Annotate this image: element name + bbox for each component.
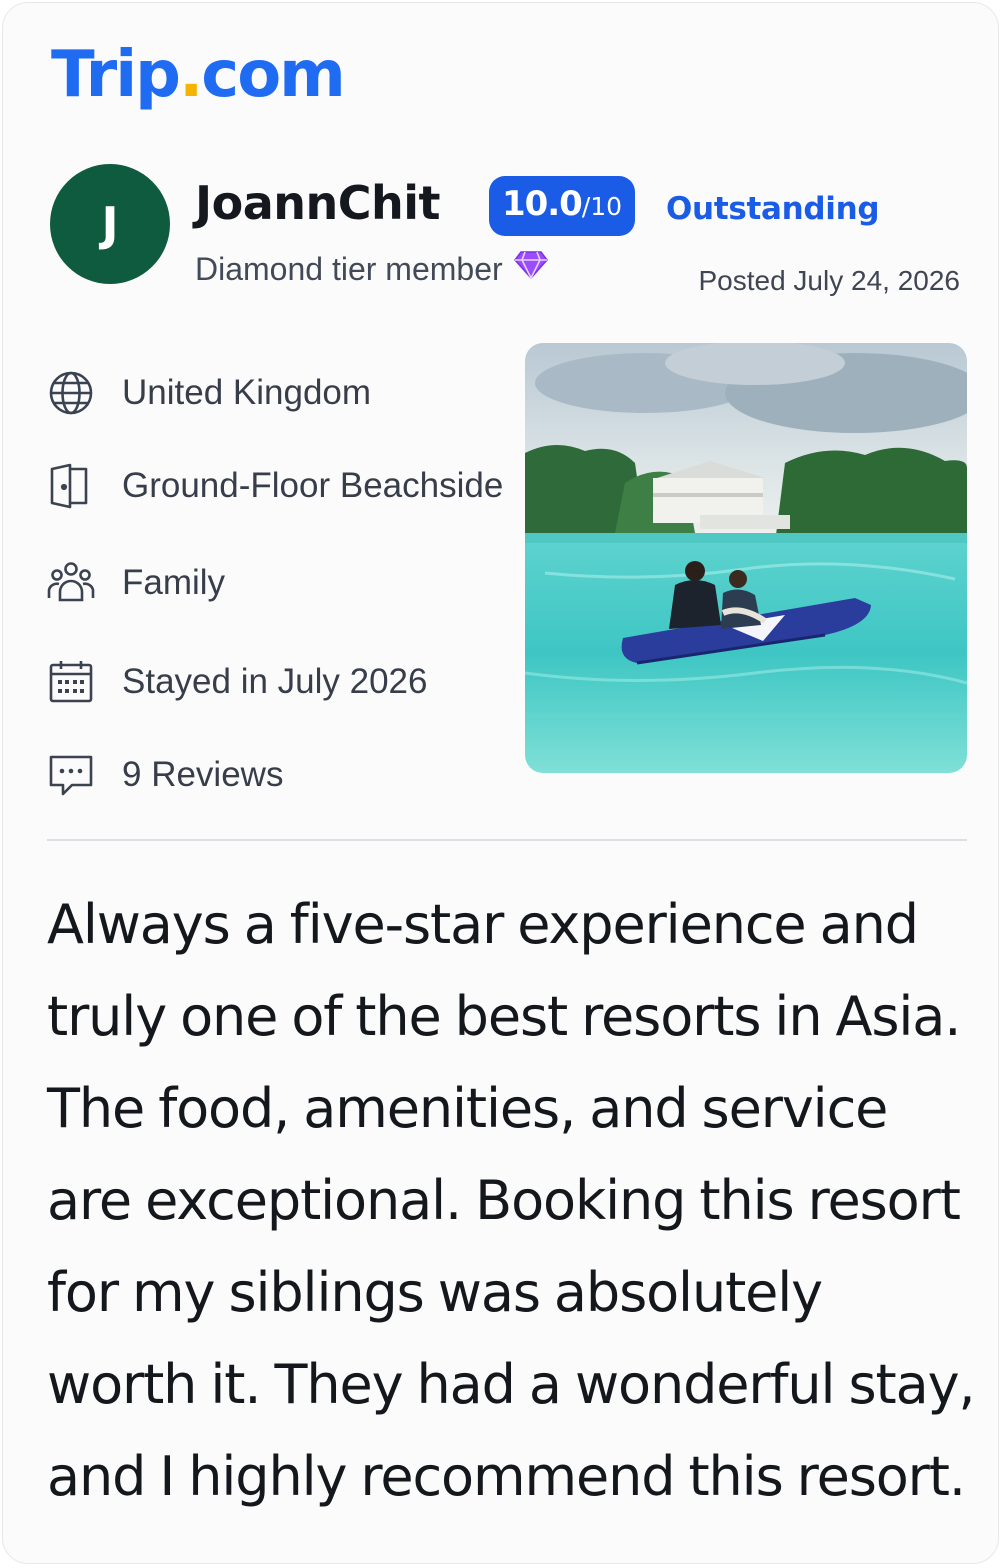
chat-icon <box>47 751 95 799</box>
review-card: Trip.com J JoannChit 10.0/10 Outstanding… <box>2 2 999 1564</box>
calendar-icon <box>47 658 95 706</box>
globe-icon <box>47 369 95 417</box>
detail-room: Ground-Floor Beachside <box>47 461 503 511</box>
score-label: Outstanding <box>666 191 880 227</box>
score-max: /10 <box>581 192 623 221</box>
group-icon <box>47 559 95 607</box>
detail-country: United Kingdom <box>47 368 371 418</box>
avatar: J <box>50 164 170 284</box>
diamond-icon <box>513 249 549 289</box>
door-icon <box>47 462 95 510</box>
posted-date: Posted July 24, 2026 <box>698 265 960 296</box>
divider <box>47 839 967 841</box>
member-tier: Diamond tier member <box>195 249 549 289</box>
score-value: 10.0 <box>501 184 583 224</box>
detail-review-count[interactable]: 9 Reviews <box>47 750 283 800</box>
tripcom-logo[interactable]: Trip.com <box>51 43 346 107</box>
review-text: Always a five-star experience and truly … <box>47 893 976 1508</box>
reviewer-name: JoannChit <box>195 176 441 230</box>
review-photo[interactable] <box>525 343 967 773</box>
detail-travel-type: Family <box>47 558 225 608</box>
detail-stay-date: Stayed in July 2026 <box>47 657 427 707</box>
score-badge: 10.0/10 <box>489 176 635 236</box>
tier-label: Diamond tier member <box>195 250 503 287</box>
